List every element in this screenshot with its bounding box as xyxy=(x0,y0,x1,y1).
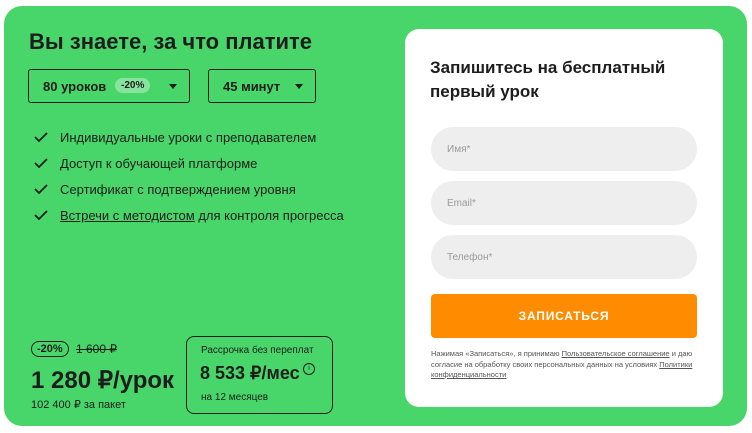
feature-item: Встречи с методистом для контроля прогре… xyxy=(34,202,344,228)
signup-form: Запишитесь на бесплатный первый урок ЗАП… xyxy=(405,29,723,407)
pricing-title: Вы знаете, за что платите xyxy=(29,29,313,54)
legal-prefix: Нажимая «Записаться», я принимаю xyxy=(431,349,562,358)
name-input[interactable] xyxy=(431,127,697,171)
feature-text: для контроля прогресса xyxy=(194,207,344,223)
feature-item: Сертификат с подтверждением уровня xyxy=(34,176,344,202)
lessons-discount-badge: -20% xyxy=(115,78,151,93)
installment-box: Рассрочка без переплат 8 533 ₽/мес i на … xyxy=(186,336,333,414)
chevron-down-icon xyxy=(169,84,177,89)
check-icon xyxy=(34,184,48,194)
form-title: Запишитесь на бесплатный первый урок xyxy=(430,58,666,101)
feature-text: Доступ к обучающей платформе xyxy=(60,155,258,171)
chevron-down-icon xyxy=(295,84,303,89)
discount-badge: -20% xyxy=(31,341,69,357)
installment-period: на 12 месяцев xyxy=(201,392,269,403)
feature-list: Индивидуальные уроки с преподавателем До… xyxy=(34,124,344,228)
feature-item: Доступ к обучающей платформе xyxy=(34,150,344,176)
check-icon xyxy=(34,158,48,168)
duration-select-value: 45 минут xyxy=(223,79,281,94)
user-agreement-link[interactable]: Пользовательское соглашение xyxy=(562,349,670,358)
installment-label: Рассрочка без переплат xyxy=(201,345,314,356)
legal-text: Нажимая «Записаться», я принимаю Пользов… xyxy=(431,349,701,381)
phone-input[interactable] xyxy=(431,235,697,279)
feature-item: Индивидуальные уроки с преподавателем xyxy=(34,124,344,150)
info-icon[interactable]: i xyxy=(303,363,315,375)
installment-amount: 8 533 ₽/мес xyxy=(200,363,300,383)
price-per-lesson: 1 280 ₽/урок xyxy=(31,367,175,394)
package-total: 102 400 ₽ за пакет xyxy=(31,399,126,411)
check-icon xyxy=(34,210,48,220)
feature-text: Сертификат с подтверждением уровня xyxy=(60,181,296,197)
old-price: 1 600 ₽ xyxy=(76,342,117,356)
check-icon xyxy=(34,132,48,142)
methodist-meetings-link[interactable]: Встречи с методистом xyxy=(60,208,195,223)
lessons-select-value: 80 уроков xyxy=(43,79,107,94)
submit-button[interactable]: ЗАПИСАТЬСЯ xyxy=(431,294,697,338)
email-input[interactable] xyxy=(431,181,697,225)
lessons-select[interactable]: 80 уроков -20% xyxy=(28,69,190,103)
feature-text: Индивидуальные уроки с преподавателем xyxy=(60,129,317,145)
duration-select[interactable]: 45 минут xyxy=(208,69,316,103)
